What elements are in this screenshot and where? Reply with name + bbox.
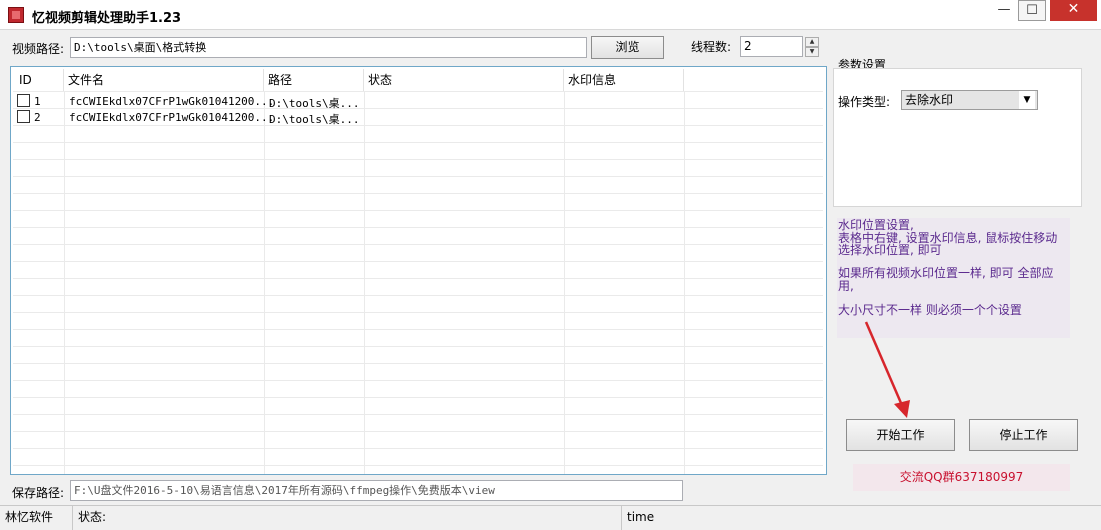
row-id: 1 <box>34 95 41 108</box>
minimize-button[interactable]: — <box>990 0 1018 21</box>
title-bar: 忆视频剪辑处理助手1.23 — ☐ ✕ <box>0 0 1101 30</box>
save-path-label: 保存路径: <box>12 486 65 500</box>
column-header-status[interactable]: 状态 <box>364 69 564 91</box>
window-title: 忆视频剪辑处理助手1.23 <box>32 11 182 26</box>
close-button[interactable]: ✕ <box>1050 0 1097 21</box>
qq-group-label: 交流QQ群637180997 <box>853 464 1070 491</box>
column-header-id[interactable]: ID <box>15 69 64 91</box>
info-line: 选择水印位置, 即可 <box>838 243 942 257</box>
params-group-box <box>833 68 1082 207</box>
thread-count-label: 线程数: <box>691 40 732 54</box>
op-type-select[interactable]: 去除水印 ▼ <box>901 90 1038 110</box>
chevron-down-icon[interactable]: ▼ <box>1019 91 1035 109</box>
video-path-input[interactable]: D:\tools\桌面\格式转换 <box>70 37 587 58</box>
info-line: 如果所有视频水印位置一样, 即可 全部应 <box>838 266 1054 280</box>
thread-up-icon[interactable]: ▲ <box>805 37 819 47</box>
video-path-label: 视频路径: <box>12 42 65 56</box>
start-work-button[interactable]: 开始工作 <box>846 419 955 451</box>
column-header-watermark[interactable]: 水印信息 <box>564 69 684 91</box>
file-table[interactable]: ID 文件名 路径 状态 水印信息 1 fcCWIEkdlx07CFrP1wGk… <box>10 66 827 475</box>
op-type-value: 去除水印 <box>905 93 954 107</box>
column-header-path[interactable]: 路径 <box>264 69 364 91</box>
column-header-filename[interactable]: 文件名 <box>64 69 264 91</box>
info-line: 大小尺寸不一样 则必须一个个设置 <box>838 303 1022 317</box>
info-line: 水印位置设置, <box>838 218 914 232</box>
row-checkbox[interactable] <box>17 110 30 123</box>
op-type-label: 操作类型: <box>838 95 891 109</box>
status-time: time <box>627 510 655 524</box>
status-text: 状态: <box>73 506 622 530</box>
save-path-input[interactable]: F:\U盘文件2016-5-10\易语言信息\2017年所有源码\ffmpeg操… <box>70 480 683 501</box>
thread-count-input[interactable]: 2 <box>740 36 803 57</box>
row-checkbox[interactable] <box>17 94 30 107</box>
row-path: D:\tools\桌... <box>269 113 360 126</box>
row-filename: fcCWIEkdlx07CFrP1wGk01041200... <box>69 111 275 124</box>
row-path: D:\tools\桌... <box>269 97 360 110</box>
maximize-button[interactable]: ☐ <box>1018 0 1046 21</box>
row-id: 2 <box>34 111 41 124</box>
row-filename: fcCWIEkdlx07CFrP1wGk01041200... <box>69 95 275 108</box>
stop-work-button[interactable]: 停止工作 <box>969 419 1078 451</box>
thread-down-icon[interactable]: ▼ <box>805 47 819 57</box>
browse-button[interactable]: 浏览 <box>591 36 664 59</box>
status-company: 林忆软件 <box>0 506 73 530</box>
annotation-arrow-icon <box>864 321 910 418</box>
app-icon <box>8 7 24 23</box>
status-bar: 林忆软件 状态: time <box>0 505 1101 530</box>
info-line: 用, <box>838 279 854 293</box>
